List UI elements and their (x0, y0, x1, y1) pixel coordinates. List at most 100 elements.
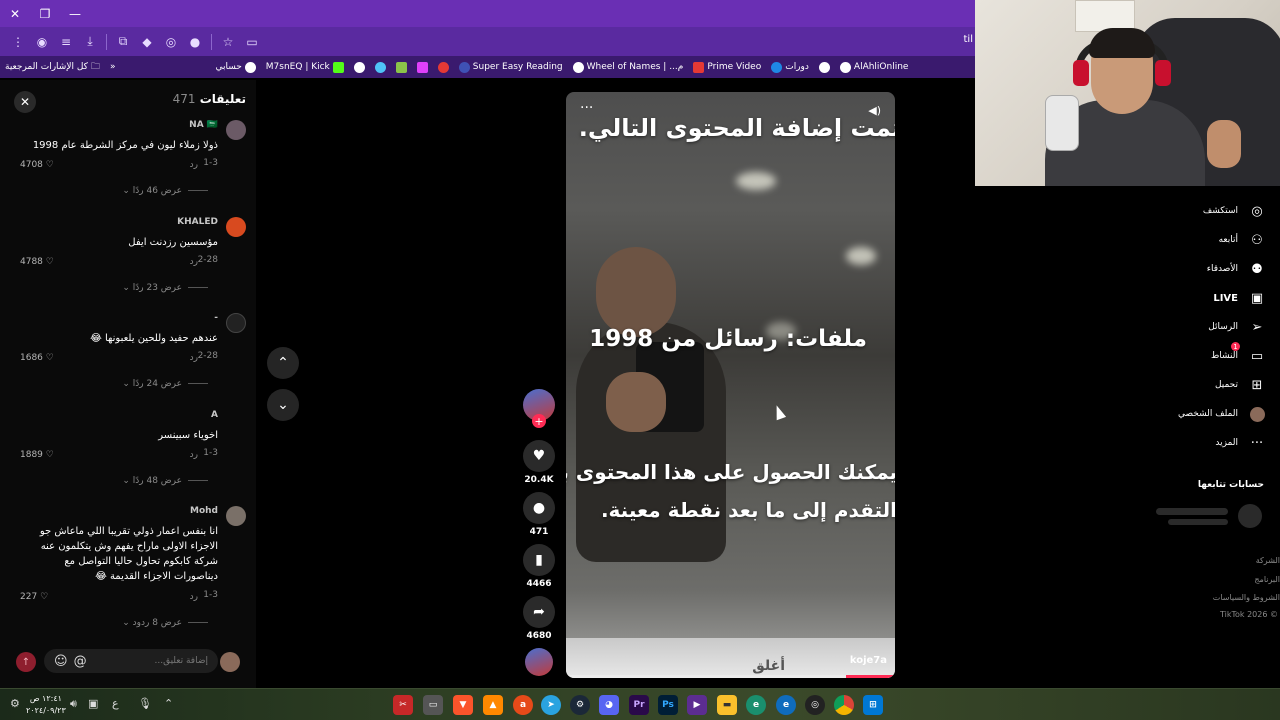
star-bookmark-icon[interactable]: ☆ (216, 30, 240, 54)
follow-button[interactable]: + (532, 414, 546, 428)
bookmark-item[interactable]: AlAhliOnline (835, 61, 914, 73)
footer-link-program[interactable]: البرنامج (1254, 575, 1280, 584)
telegram-icon[interactable]: ➤ (541, 695, 561, 715)
brave-browser-icon[interactable]: ▼ (453, 695, 473, 715)
sidebar-item-following[interactable]: ⚇ أتابعه (1219, 231, 1266, 249)
view-replies-link[interactable]: عرض 48 ردًا ⌄ (122, 476, 208, 486)
bookmark-item[interactable] (349, 61, 370, 73)
snip-app-icon[interactable]: ✂ (393, 695, 413, 715)
volume-icon[interactable]: ◀) (868, 104, 881, 117)
sidebar-item-explore[interactable]: ◎ استكشف (1203, 202, 1266, 220)
avatar[interactable] (226, 120, 246, 140)
sidebar-item-profile[interactable]: الملف الشخصي (1178, 405, 1266, 423)
vlc-icon[interactable]: ▲ (483, 695, 503, 715)
discord-icon[interactable]: ◕ (599, 695, 619, 715)
bookmark-item[interactable]: حسابي (210, 61, 260, 73)
comment-username[interactable]: A (211, 410, 218, 420)
reply-link[interactable]: رد (190, 450, 198, 460)
next-video-button[interactable]: ⌄ (267, 389, 299, 421)
video-more-icon[interactable]: ··· (580, 100, 593, 116)
avatar[interactable] (226, 217, 246, 237)
share-action[interactable]: ➦ 4680 (523, 596, 555, 641)
app-icon[interactable]: a (513, 695, 533, 715)
microphone-tray-icon[interactable]: 🎙︎ (138, 697, 152, 710)
address-bar-fragment[interactable]: til (964, 34, 973, 45)
restore-window-button[interactable]: ❐ (30, 0, 60, 27)
comment-username[interactable]: NA 🇸🇦 (189, 120, 218, 130)
media-app-icon[interactable]: ▶ (687, 695, 707, 715)
comment-username[interactable]: Mohd (190, 506, 218, 516)
edge-icon[interactable]: e (746, 695, 766, 715)
sidebar-item-upload[interactable]: ⊞ تحميل (1215, 376, 1266, 394)
bookmark-item[interactable] (412, 61, 433, 73)
music-disc-icon[interactable] (525, 648, 553, 676)
file-explorer-icon[interactable]: ▬ (717, 695, 737, 715)
minimize-window-button[interactable]: — (60, 0, 90, 27)
premiere-icon[interactable]: Pr (629, 695, 649, 715)
footer-link-terms[interactable]: الشروط والسياسات (1213, 593, 1280, 602)
bookmark-item[interactable] (370, 61, 391, 73)
sidebar-item-live[interactable]: ▣ LIVE (1213, 289, 1266, 307)
photoshop-icon[interactable]: Ps (658, 695, 678, 715)
sidebar-item-activity[interactable]: ▭ النشاط 1 (1211, 342, 1266, 365)
reply-link[interactable]: رد (190, 592, 198, 602)
comment-like-button[interactable]: 4788 ♡ (20, 257, 54, 267)
steam-icon[interactable]: ⚙ (570, 695, 590, 715)
comment-like-button[interactable]: 1686 ♡ (20, 353, 54, 363)
record-extension-icon[interactable]: ● (183, 30, 207, 54)
reply-link[interactable]: رد (190, 353, 198, 363)
bookmark-item[interactable] (391, 61, 412, 73)
close-comments-button[interactable]: ✕ (14, 91, 36, 113)
comment-like-button[interactable]: 227 ♡ (20, 592, 48, 602)
all-bookmarks-item[interactable]: كل الإشارات المرجعية 🗀 (0, 59, 105, 75)
sidebar-item-friends[interactable]: ⚉ الأصدقاء (1207, 260, 1266, 278)
comment-input[interactable]: إضافة تعليق... ☺ @ (44, 649, 218, 673)
tray-overflow-chevron[interactable]: ⌃ (164, 697, 173, 710)
mention-icon[interactable]: @ (74, 654, 87, 669)
language-indicator[interactable]: ع (112, 697, 119, 710)
view-replies-link[interactable]: عرض 23 ردًا ⌄ (122, 283, 208, 293)
bookmark-item[interactable] (433, 61, 454, 73)
extensions-puzzle-icon[interactable]: ⧉ (111, 30, 135, 54)
extension-icon[interactable]: ◉ (30, 30, 54, 54)
reply-link[interactable]: رد (190, 160, 198, 170)
comment-username[interactable]: KHALED (177, 217, 218, 227)
bookmark-item[interactable] (814, 61, 835, 73)
view-replies-link[interactable]: عرض 8 ردود ⌄ (122, 618, 208, 628)
volume-tray-icon[interactable]: 🔊︎ (70, 697, 77, 711)
video-progress-bar[interactable] (566, 675, 895, 678)
settings-tray-icon[interactable]: ⚙ (10, 697, 20, 710)
bookmark-item[interactable]: Prime Video (688, 61, 766, 73)
window-app-icon[interactable]: ▭ (423, 695, 443, 715)
save-action[interactable]: ▮ 4466 (523, 544, 555, 589)
emoji-icon[interactable]: ☺ (54, 654, 68, 669)
close-window-button[interactable]: ✕ (0, 0, 30, 27)
bookmark-item[interactable]: Super Easy Reading (454, 61, 568, 73)
sidebar-item-messages[interactable]: ➢ الرسائل (1208, 318, 1266, 336)
bookmark-item[interactable]: دورات (766, 61, 814, 73)
comment-like-button[interactable]: 1889 ♡ (20, 450, 54, 460)
comment-action[interactable]: ● 471 (523, 492, 555, 537)
download-icon[interactable]: ⤓ (78, 30, 102, 54)
edge-dev-icon[interactable]: e (776, 695, 796, 715)
bookmark-item[interactable]: M7snEQ | Kick (261, 61, 349, 73)
start-windows-icon[interactable]: ⊞ (863, 695, 883, 715)
avatar[interactable] (226, 313, 246, 333)
footer-link-company[interactable]: الشركة (1256, 556, 1280, 565)
menu-dots-icon[interactable]: ⋮ (6, 30, 30, 54)
bookmark-item[interactable]: Wheel of Names | ...م (568, 61, 689, 73)
obs-icon[interactable]: ◎ (805, 695, 825, 715)
like-action[interactable]: ♥ 20.4K (523, 440, 555, 485)
sidebar-item-more[interactable]: ··· المزيد (1215, 434, 1266, 452)
reply-link[interactable]: رد (190, 257, 198, 267)
view-replies-link[interactable]: عرض 46 ردًا ⌄ (122, 186, 208, 196)
playlist-icon[interactable]: ≡ (54, 30, 78, 54)
bookmarks-overflow-chevron[interactable]: » (105, 62, 121, 72)
cast-icon[interactable]: ▭ (240, 30, 264, 54)
view-replies-link[interactable]: عرض 24 ردًا ⌄ (122, 379, 208, 389)
diamond-extension-icon[interactable]: ◆ (135, 30, 159, 54)
chrome-icon[interactable] (834, 695, 854, 715)
send-comment-button[interactable]: ↑ (16, 652, 36, 672)
comment-username[interactable]: - (214, 313, 218, 323)
avatar[interactable] (226, 506, 246, 526)
